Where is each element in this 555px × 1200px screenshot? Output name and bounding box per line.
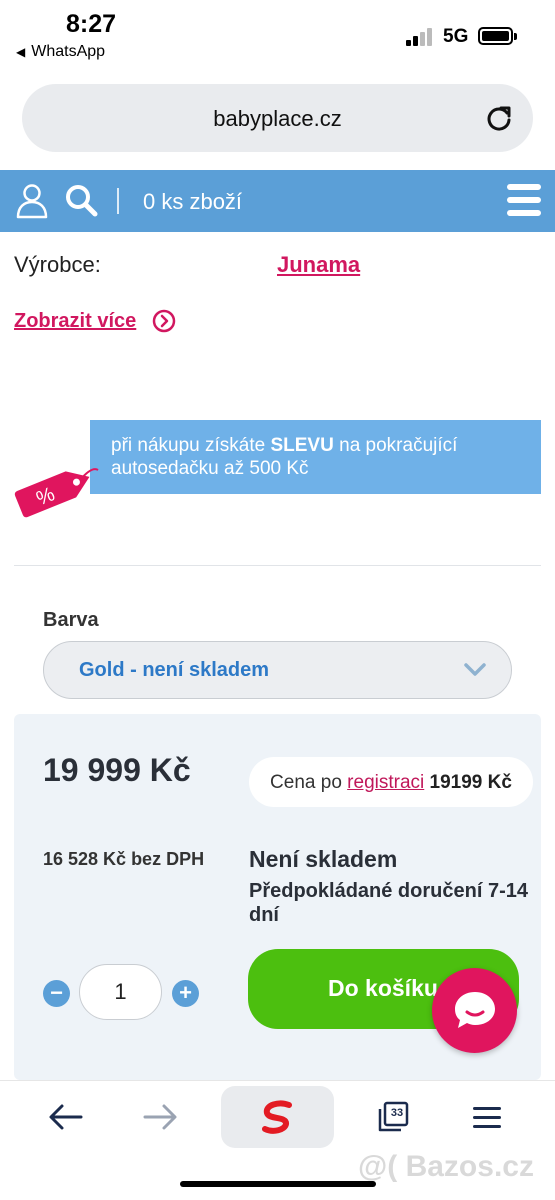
quantity-decrease-button[interactable]: − [43,980,70,1007]
network-type: 5G [443,26,469,47]
manufacturer-label: Výrobce: [14,252,101,277]
product-price: 19 999 Kč [43,752,191,788]
chat-button[interactable] [432,968,517,1053]
quantity-increase-button[interactable]: + [172,980,199,1007]
search-icon[interactable] [64,183,98,217]
discount-tag-icon: % [14,468,99,518]
color-selected-value: Gold - není skladem [79,659,270,681]
status-time: 8:27 [66,10,117,38]
status-bar: 8:27 ◀ WhatsApp 5G [0,0,555,72]
home-indicator [180,1181,376,1187]
menu-lines-icon[interactable] [473,1107,501,1129]
header-divider [117,188,119,214]
registration-price: 19199 Kč [429,772,512,793]
user-icon[interactable] [16,183,48,219]
site-logo-icon [262,1100,292,1134]
chevron-right-circle-icon[interactable] [152,309,176,333]
watermark: @( Bazos.cz [358,1150,534,1183]
stock-status: Není skladem [249,846,398,872]
back-app-label: WhatsApp [31,43,106,60]
delivery-estimate: Předpokládané doručení 7-14 dní [249,880,528,926]
chat-icon [455,992,495,1028]
signal-icon [406,28,434,46]
registration-price-text: Cena po registraci 19199 Kč [270,772,512,793]
battery-icon [478,27,517,45]
tabs-count: 33 [390,1107,404,1119]
registration-link[interactable]: registraci [347,772,424,793]
current-site-tab[interactable] [221,1086,334,1148]
color-select[interactable]: Gold - není skladem [43,641,512,699]
back-to-app-link[interactable]: ◀ WhatsApp [16,43,105,61]
discount-banner: při nákupu získáte SLEVU na pokračující … [90,420,541,494]
site-header: 0 ks zboží [0,170,555,232]
registration-price-pill: Cena po registraci 19199 Kč [249,757,533,807]
section-divider [14,565,541,566]
show-more-link[interactable]: Zobrazit více [14,310,136,333]
menu-icon[interactable] [507,184,541,218]
chevron-down-icon [464,663,486,676]
quantity-input[interactable]: 1 [79,964,162,1020]
cart-count-link[interactable]: 0 ks zboží [143,189,242,215]
back-triangle-icon: ◀ [16,45,26,59]
back-arrow-icon[interactable] [48,1102,84,1132]
forward-arrow-icon[interactable] [142,1102,178,1132]
manufacturer-link[interactable]: Junama [277,252,360,278]
add-to-cart-label: Do košíku [328,975,438,1001]
reload-icon[interactable] [485,104,513,132]
price-without-vat: 16 528 Kč bez DPH [43,849,205,869]
address-bar[interactable]: babyplace.cz [22,84,533,152]
discount-text: při nákupu získáte SLEVU na pokračující … [111,435,458,479]
color-label: Barva [43,609,99,631]
url-text: babyplace.cz [213,106,342,131]
